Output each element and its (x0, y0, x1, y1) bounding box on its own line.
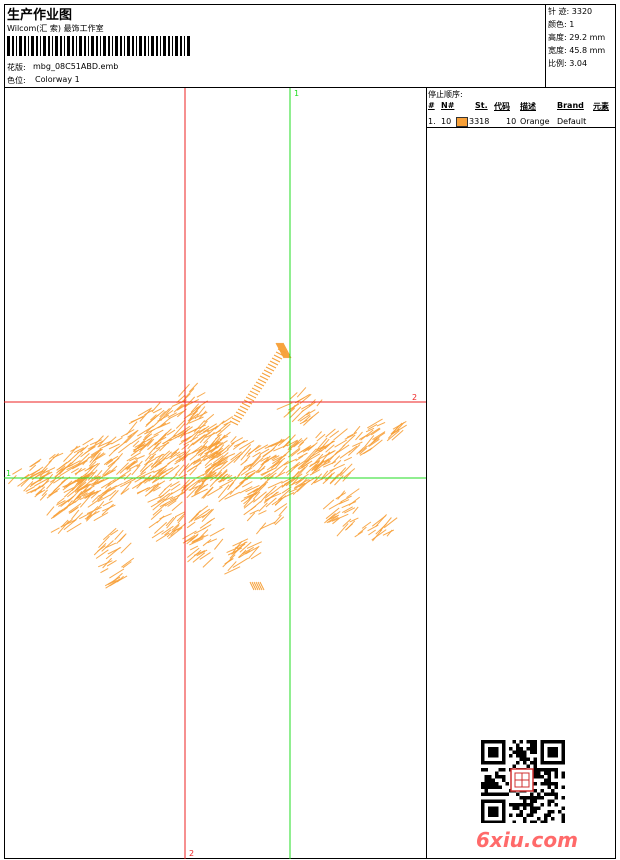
col-header-element: 元素 (593, 102, 609, 111)
stop-sequence-title: 停止顺序: (428, 90, 463, 99)
col-header-brand: Brand (557, 101, 584, 110)
color-swatch (456, 117, 468, 127)
color-count: 颜色: 1 (548, 20, 575, 29)
design-file-name: mbg_08C51ABD.emb (33, 62, 119, 71)
col-header-description: 描述 (520, 102, 536, 111)
polo-player-stitches (8, 342, 407, 591)
green-horizontal-guide-label: 1 (6, 469, 11, 478)
design-height: 高度: 29.2 mm (548, 33, 606, 42)
company-name: Wilcom(汇 索) 最饰工作室 (7, 24, 104, 33)
row-description: Orange (520, 117, 550, 126)
col-header-stitches: St. (475, 101, 488, 110)
stitch-count: 针 迹: 3320 (548, 7, 593, 16)
row-brand: Default (557, 117, 587, 126)
page-title: 生产作业图 (7, 8, 73, 23)
row-needle: 10 (441, 117, 452, 126)
red-vertical-guide-label: 2 (189, 849, 194, 858)
col-header-index: # (428, 101, 435, 110)
col-header-code: 代码 (494, 102, 510, 111)
col-header-needle: N# (441, 101, 455, 110)
row-index: 1. (428, 117, 436, 126)
embroidery-design: 1 1 2 2 (4, 88, 426, 859)
row-code: 10 (506, 117, 517, 126)
design-file-label: 花版: (7, 63, 26, 72)
colorway-label: 色位: (7, 76, 26, 85)
barcode (7, 36, 190, 56)
scale-ratio: 比例: 3.04 (548, 59, 588, 68)
green-vertical-guide-label: 1 (294, 89, 299, 98)
red-horizontal-guide-label: 2 (412, 393, 417, 402)
design-width: 宽度: 45.8 mm (548, 46, 606, 55)
row-stitches: 3318 (469, 117, 490, 126)
watermark-text: 6xiu.com (476, 828, 578, 852)
colorway-name: Colorway 1 (35, 75, 80, 84)
qr-code (481, 740, 565, 823)
stop-sequence-divider (426, 127, 616, 128)
